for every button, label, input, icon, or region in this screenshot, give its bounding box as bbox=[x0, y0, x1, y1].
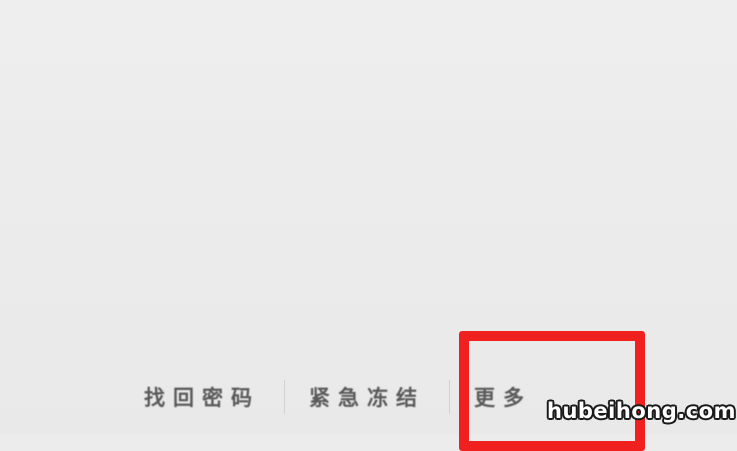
find-password-link[interactable]: 找回密码 bbox=[120, 382, 284, 412]
highlight-box bbox=[459, 331, 645, 451]
login-screen: 找回密码 紧急冻结 更多 hubeihong.com bbox=[0, 0, 737, 451]
watermark: hubeihong.com bbox=[547, 399, 736, 423]
emergency-freeze-link[interactable]: 紧急冻结 bbox=[285, 382, 449, 412]
